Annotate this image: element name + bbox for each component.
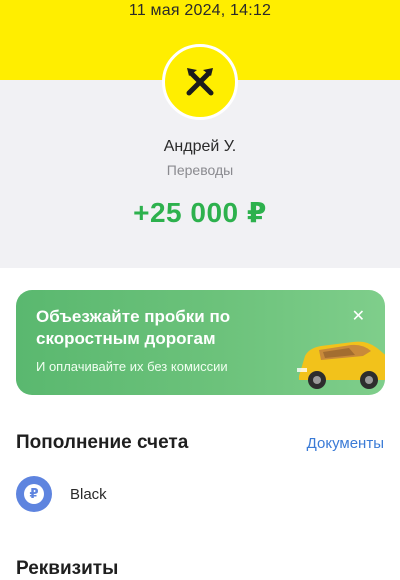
requisites-section-title: Реквизиты xyxy=(16,558,119,579)
transaction-category: Переводы xyxy=(166,162,234,178)
raiffeisen-logo xyxy=(162,44,238,120)
topup-section-title: Пополнение счета xyxy=(16,432,189,453)
bank-logo-icon xyxy=(186,68,214,96)
close-icon[interactable]: ✕ xyxy=(352,306,365,326)
account-item[interactable]: ₽ Black xyxy=(16,476,384,512)
documents-link[interactable]: Документы xyxy=(307,435,384,452)
ruble-glyph: ₽ xyxy=(24,484,44,504)
promo-title: Объезжайте пробки по скоростным дорогам xyxy=(36,307,231,348)
promo-subtitle: И оплачивайте их без комиссии xyxy=(36,359,228,374)
ruble-icon: ₽ xyxy=(16,476,52,512)
transaction-datetime: 11 мая 2024, 14:12 xyxy=(128,2,272,19)
car-icon xyxy=(297,341,385,389)
merchant-name: Андрей У. xyxy=(163,138,237,155)
transaction-amount: +25 000 ₽ xyxy=(133,197,267,228)
promo-banner[interactable]: Объезжайте пробки по скоростным дорогам … xyxy=(16,290,385,395)
account-name: Black xyxy=(70,485,107,503)
